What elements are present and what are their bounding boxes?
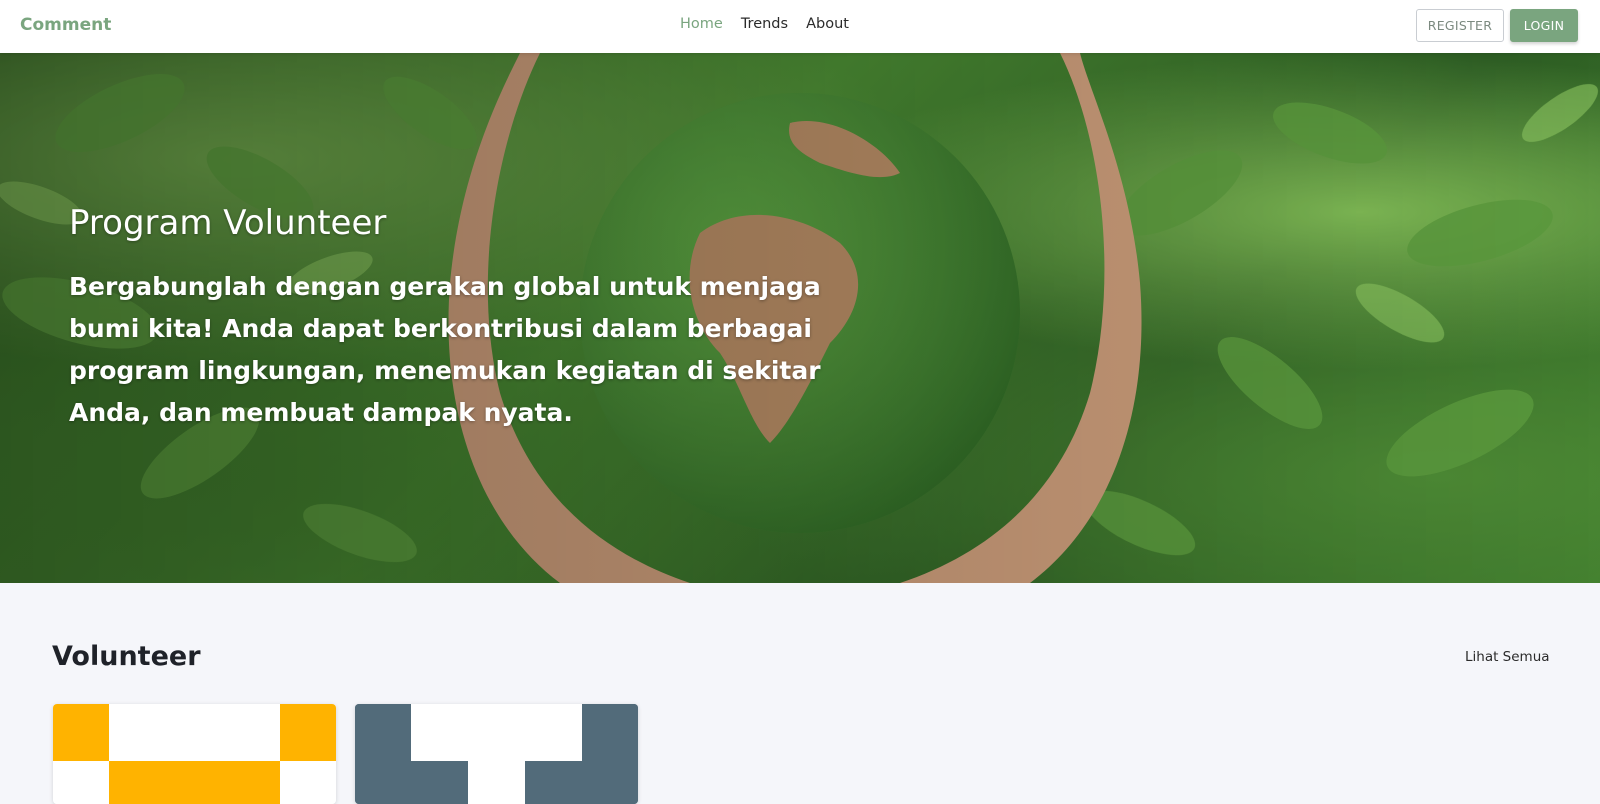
nav-link-trends[interactable]: Trends [741,16,788,32]
card-image [53,704,336,804]
top-navbar: Comment Home Trends About REGISTER LOGIN [0,0,1600,53]
hero-banner: Program Volunteer Bergabunglah dengan ge… [0,53,1600,583]
volunteer-card[interactable] [53,704,336,804]
hero-title: Program Volunteer [69,203,387,243]
nav-link-home[interactable]: Home [680,16,723,32]
register-button[interactable]: REGISTER [1416,9,1504,42]
login-button[interactable]: LOGIN [1510,9,1578,42]
section-title: Volunteer [52,641,201,672]
nav-links: Home Trends About [680,16,849,32]
hero-description: Bergabunglah dengan gerakan global untuk… [69,272,821,427]
volunteer-card[interactable] [355,704,638,804]
see-all-link[interactable]: Lihat Semua [1465,649,1550,665]
nav-link-about[interactable]: About [806,16,849,32]
brand-logo[interactable]: Comment [20,15,111,35]
card-image [355,704,638,804]
